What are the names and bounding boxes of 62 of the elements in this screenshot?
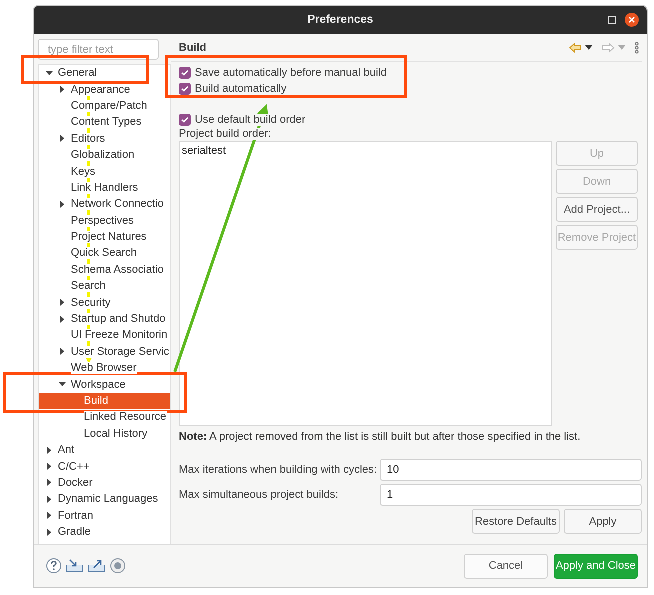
tree-item[interactable]: Build: [39, 392, 170, 410]
tree-item[interactable]: Web Browser: [39, 360, 170, 376]
note-text: Note: A project removed from the list is still built but after those specified in the list.: [179, 431, 582, 443]
tree-item[interactable]: Content Types: [39, 114, 170, 131]
collapsed-caret-icon[interactable]: [45, 478, 54, 488]
tree-item[interactable]: Ant: [39, 442, 170, 458]
checkbox[interactable]: [179, 83, 191, 95]
collapsed-caret-icon[interactable]: [45, 462, 54, 472]
record-icon[interactable]: [110, 558, 126, 574]
number-field[interactable]: 10: [380, 459, 642, 481]
checkbox-option[interactable]: Build automatically: [179, 81, 642, 97]
tree-item[interactable]: General: [39, 65, 170, 82]
tree-item[interactable]: Security: [39, 294, 170, 311]
collapsed-caret-icon[interactable]: [45, 511, 54, 520]
window-title: Preferences: [308, 14, 374, 26]
tree-item[interactable]: C/C++: [39, 458, 170, 475]
checkbox[interactable]: [179, 67, 191, 79]
help-icon[interactable]: [46, 558, 62, 574]
tree-item[interactable]: Fortran: [39, 508, 170, 524]
collapsed-caret-icon[interactable]: [45, 528, 54, 537]
tree-item[interactable]: Link Handlers: [39, 180, 170, 196]
export-icon[interactable]: [88, 559, 106, 573]
restore-defaults-button[interactable]: Restore Defaults: [472, 509, 560, 534]
close-icon[interactable]: [625, 13, 639, 27]
list-item[interactable]: serialtest: [182, 145, 549, 157]
field-label: Max simultaneous project builds:: [179, 489, 339, 501]
collapsed-caret-icon[interactable]: [58, 347, 67, 356]
page-title: Build: [179, 42, 206, 54]
number-field[interactable]: 1: [380, 484, 642, 506]
collapsed-caret-icon[interactable]: [45, 446, 54, 455]
tree-item[interactable]: Editors: [39, 130, 170, 147]
more-icon[interactable]: [635, 42, 639, 54]
dialog-button[interactable]: Cancel: [464, 554, 548, 578]
tree-item[interactable]: Docker: [39, 474, 170, 492]
checkbox-option[interactable]: Save automatically before manual build: [179, 65, 642, 81]
tree-item[interactable]: Workspace: [39, 376, 170, 393]
collapsed-caret-icon[interactable]: [45, 494, 54, 504]
collapsed-caret-icon[interactable]: [58, 314, 67, 324]
list-button[interactable]: Add Project...: [556, 197, 638, 222]
checkbox[interactable]: [179, 114, 191, 126]
tree-item[interactable]: Gradle: [39, 524, 170, 540]
expanded-caret-icon[interactable]: [45, 68, 54, 78]
maximize-icon[interactable]: [608, 16, 616, 24]
tree-item[interactable]: Linked Resource: [39, 409, 170, 426]
collapsed-caret-icon[interactable]: [58, 134, 67, 144]
dropdown-caret-icon[interactable]: [585, 45, 593, 50]
checkbox-option[interactable]: Use default build order: [179, 112, 642, 128]
tree-item[interactable]: Appearance: [39, 81, 170, 98]
collapsed-caret-icon[interactable]: [58, 85, 67, 94]
collapsed-caret-icon[interactable]: [58, 200, 67, 209]
apply-button[interactable]: Apply: [564, 509, 642, 534]
collapsed-caret-icon[interactable]: [58, 298, 67, 308]
tree-item[interactable]: Project Natures: [39, 228, 170, 246]
tree-item[interactable]: Compare/Patch: [39, 98, 170, 114]
tree-item[interactable]: Search: [39, 278, 170, 294]
tree-item[interactable]: Perspectives: [39, 212, 170, 229]
tree-item[interactable]: Quick Search: [39, 245, 170, 262]
tree-item[interactable]: Globalization: [39, 146, 170, 164]
field-label: Max iterations when building with cycles:: [179, 464, 378, 476]
import-icon[interactable]: [66, 559, 84, 573]
tree-item[interactable]: Local History: [39, 426, 170, 442]
tree-item[interactable]: Keys: [39, 163, 170, 180]
